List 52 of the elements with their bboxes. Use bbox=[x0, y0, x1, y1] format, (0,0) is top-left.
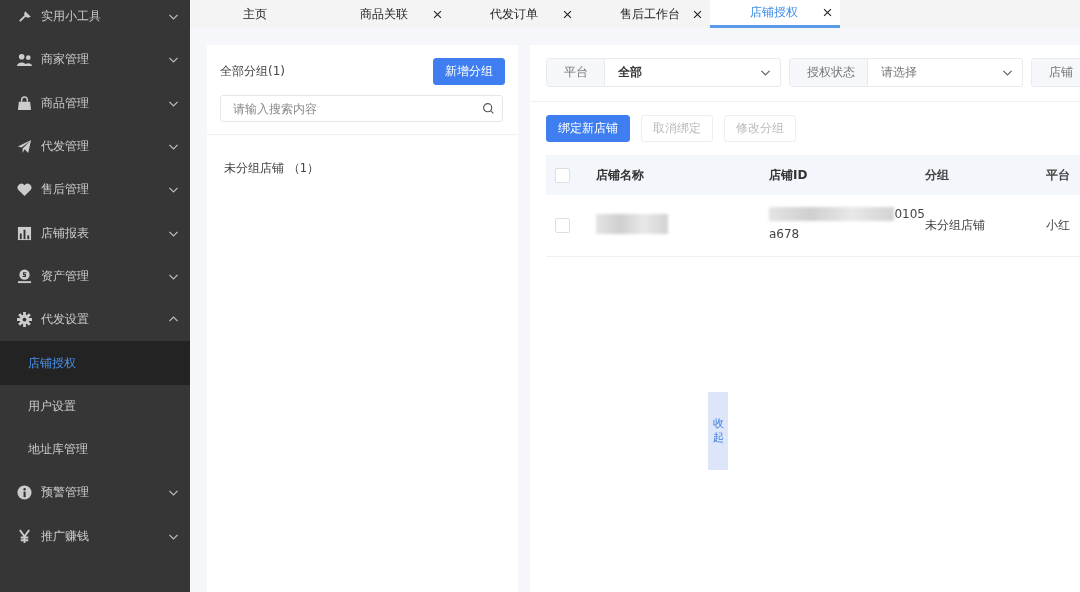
action-button[interactable]: 绑定新店铺 bbox=[546, 115, 630, 142]
search-icon bbox=[482, 102, 495, 115]
table-cell-text: 小红 bbox=[1046, 217, 1071, 234]
sidebar-subitem[interactable]: 地址库管理 bbox=[0, 427, 190, 472]
group-title: 全部分组(1) bbox=[220, 63, 285, 80]
filter-field[interactable]: 授权状态 请选择 bbox=[789, 58, 1023, 87]
bar-chart-icon bbox=[17, 225, 32, 241]
tab[interactable]: 代发订单 bbox=[450, 0, 580, 28]
filter-field[interactable]: 店铺 bbox=[1031, 58, 1080, 87]
search-field[interactable]: 请输入搜索内容 bbox=[220, 95, 503, 122]
sidebar-subitem[interactable]: 店铺授权 bbox=[0, 341, 190, 385]
sidebar-item[interactable]: 售后管理 bbox=[0, 168, 190, 212]
close-icon bbox=[692, 8, 703, 20]
sidebar-item[interactable]: 商家管理 bbox=[0, 38, 190, 82]
tab[interactable]: 商品关联 bbox=[320, 0, 450, 28]
coin-icon bbox=[17, 268, 32, 284]
gear-icon bbox=[17, 312, 32, 328]
close-icon bbox=[432, 8, 443, 20]
add-group-button[interactable]: 新增分组 bbox=[433, 58, 505, 85]
sidebar-item[interactable]: 代发设置 bbox=[0, 298, 190, 342]
sidebar-item[interactable]: 店铺报表 bbox=[0, 211, 190, 255]
table-cell-text: 未分组店铺 bbox=[925, 217, 986, 234]
info-icon bbox=[17, 485, 32, 501]
sidebar-item[interactable]: 代发管理 bbox=[0, 124, 190, 169]
column-header: 平台 bbox=[1046, 166, 1071, 184]
group-item[interactable]: 未分组店铺 （1） bbox=[207, 161, 518, 176]
wrench-icon bbox=[17, 9, 32, 25]
sidebar-subitem[interactable]: 用户设置 bbox=[0, 384, 190, 428]
users-icon bbox=[17, 52, 32, 68]
sidebar-item[interactable]: 实用小工具 bbox=[0, 0, 190, 39]
bag-icon bbox=[17, 95, 32, 111]
column-header: 店铺ID bbox=[769, 166, 809, 184]
heart-icon bbox=[17, 182, 32, 198]
paper-plane-icon bbox=[17, 139, 32, 155]
tab[interactable]: 售后工作台 bbox=[580, 0, 710, 28]
column-header: 店铺名称 bbox=[596, 166, 645, 184]
table-cell: 0105 bbox=[894, 206, 925, 221]
sidebar-item[interactable]: 资产管理 bbox=[0, 254, 190, 299]
column-header: 分组 bbox=[925, 166, 950, 184]
tab[interactable]: 主页 bbox=[190, 0, 320, 28]
filter-field[interactable]: 平台 全部 bbox=[546, 58, 781, 87]
yen-icon bbox=[17, 528, 32, 544]
sidebar-item[interactable]: 预警管理 bbox=[0, 471, 190, 515]
collapse-handle[interactable]: 收起 bbox=[708, 392, 728, 470]
checkbox[interactable] bbox=[555, 218, 570, 233]
table-cell-text: a678 bbox=[769, 226, 801, 241]
sidebar-item[interactable]: 推广赚钱 bbox=[0, 514, 190, 558]
sidebar-item[interactable]: 商品管理 bbox=[0, 81, 190, 125]
checkbox[interactable] bbox=[555, 167, 570, 183]
close-icon bbox=[822, 7, 833, 18]
tab[interactable]: 店铺授权 bbox=[710, 0, 840, 28]
close-icon bbox=[562, 8, 573, 20]
